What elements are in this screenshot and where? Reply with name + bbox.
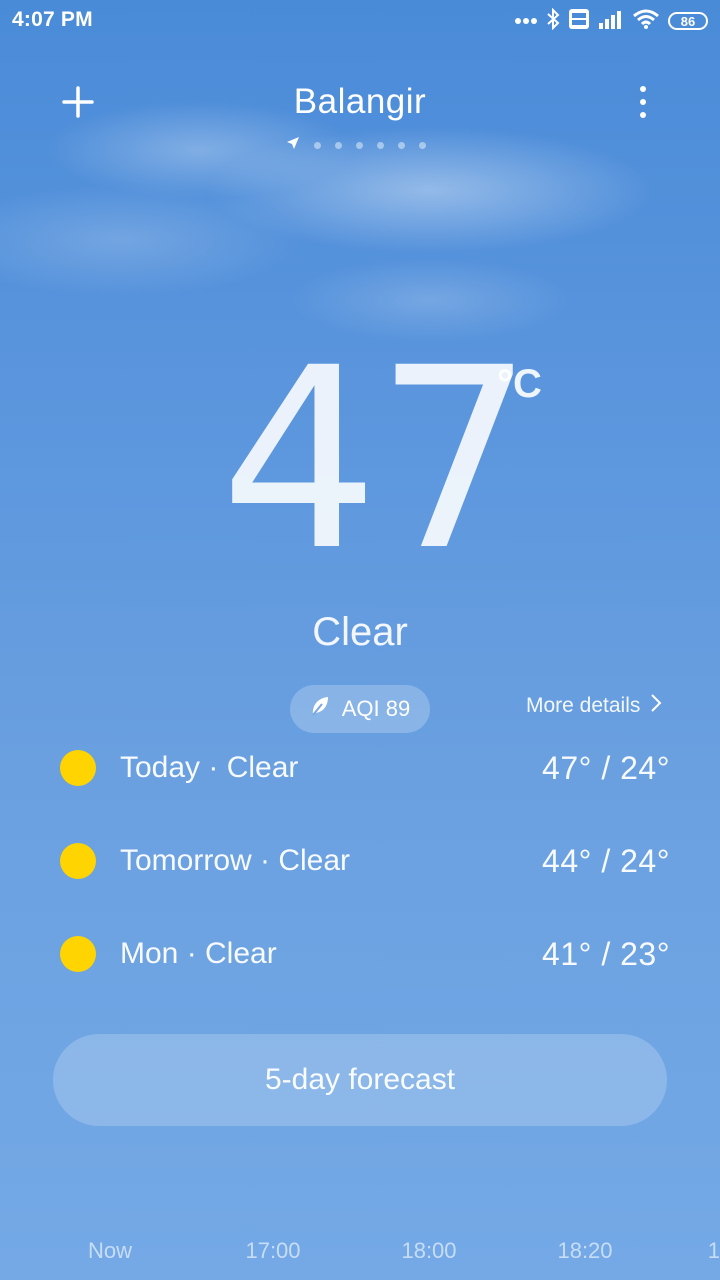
forecast-temps: 47° / 24° xyxy=(542,749,670,786)
page-dot xyxy=(419,142,426,149)
hourly-label: 17:00 xyxy=(245,1238,301,1263)
more-details-label: More details xyxy=(526,694,641,717)
current-temperature: 47 xyxy=(220,314,534,605)
page-dot xyxy=(398,142,405,149)
forecast-label: Tomorrow · Clear xyxy=(120,844,351,877)
volte-icon xyxy=(568,8,590,35)
sun-icon xyxy=(60,936,96,972)
page-dot xyxy=(377,142,384,149)
hourly-label: 18:00 xyxy=(401,1238,457,1263)
forecast-row-today[interactable]: Today · Clear 47° / 24° xyxy=(60,743,670,793)
temperature-unit: °C xyxy=(497,362,542,406)
forecast-label: Today · Clear xyxy=(120,751,299,784)
forecast-temps: 44° / 24° xyxy=(542,842,670,879)
page-dot xyxy=(335,142,342,149)
battery-icon: 86 xyxy=(668,12,708,30)
wifi-icon xyxy=(632,8,660,35)
sun-icon xyxy=(60,750,96,786)
city-name: Balangir xyxy=(293,82,427,121)
five-day-forecast-button[interactable]: 5-day forecast xyxy=(53,1034,667,1126)
forecast-row-mon[interactable]: Mon · Clear 41° / 23° xyxy=(60,929,670,979)
status-time: 4:07 PM xyxy=(12,8,93,31)
bluetooth-icon xyxy=(546,7,560,35)
aqi-badge[interactable]: AQI 89 xyxy=(290,685,430,733)
overflow-menu-button[interactable] xyxy=(628,82,658,122)
dots-icon xyxy=(514,12,538,30)
aqi-label: AQI 89 xyxy=(341,696,411,721)
leaf-icon xyxy=(310,695,330,723)
city-pager[interactable] xyxy=(286,136,426,155)
forecast-row-tomorrow[interactable]: Tomorrow · Clear 44° / 24° xyxy=(60,836,670,886)
forecast-temps: 41° / 23° xyxy=(542,935,670,972)
hourly-label-now: Now xyxy=(87,1238,132,1263)
more-details-link[interactable]: More details xyxy=(526,693,662,719)
sun-icon xyxy=(60,843,96,879)
hourly-label: 1 xyxy=(707,1238,720,1263)
page-dot xyxy=(356,142,363,149)
location-arrow-icon xyxy=(286,136,300,155)
status-icons: 86 xyxy=(514,6,708,36)
signal-icon xyxy=(598,9,624,34)
forecast-label: Mon · Clear xyxy=(120,937,277,970)
current-condition: Clear xyxy=(312,610,408,654)
page-dot xyxy=(314,142,321,149)
hourly-label: 18:20 xyxy=(557,1238,613,1263)
chevron-right-icon xyxy=(650,693,662,719)
more-vert-icon xyxy=(640,86,646,92)
